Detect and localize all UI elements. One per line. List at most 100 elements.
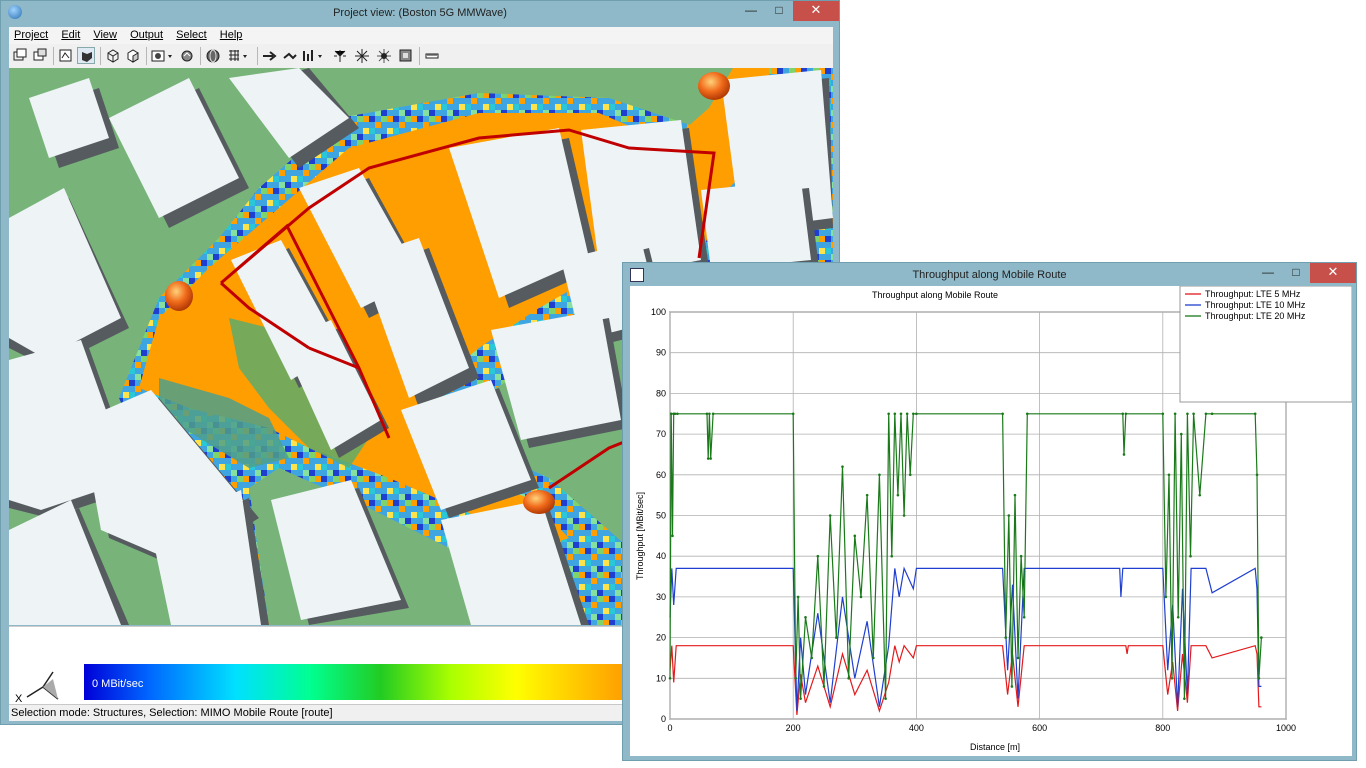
y-tick-label: 40: [656, 551, 666, 561]
box-outline-icon[interactable]: [104, 47, 122, 64]
series-point: [1210, 412, 1214, 416]
series-point: [668, 677, 672, 680]
menu-view[interactable]: View: [88, 27, 122, 41]
y-tick-label: 60: [656, 470, 666, 480]
series-point: [859, 595, 863, 599]
series-point: [1173, 412, 1177, 416]
series-point: [828, 514, 832, 517]
y-axis-label: Throughput [MBit/sec]: [635, 492, 645, 580]
menu-output[interactable]: Output: [125, 27, 168, 41]
series-point: [1013, 493, 1017, 497]
legend-label: Throughput: LTE 20 MHz: [1205, 311, 1306, 321]
series-point: [1170, 677, 1174, 680]
camera-icon[interactable]: [150, 47, 176, 64]
series-point: [902, 514, 906, 517]
series-point: [1004, 636, 1008, 639]
series-point: [810, 656, 813, 660]
box-solid-icon[interactable]: [124, 47, 142, 64]
ruler-icon[interactable]: [423, 47, 441, 64]
arrow-right-icon[interactable]: [261, 47, 279, 64]
view-2d-icon[interactable]: [57, 47, 75, 64]
y-tick-label: 30: [656, 592, 666, 602]
series-point: [890, 554, 894, 558]
series-point: [669, 412, 673, 416]
close-button[interactable]: ✕: [1310, 263, 1356, 283]
chart-window-controls: — □ ✕: [1254, 263, 1356, 283]
series-point: [1198, 493, 1202, 497]
chart-legend: Throughput: LTE 5 MHzThroughput: LTE 10 …: [1179, 285, 1353, 403]
coverage-icon[interactable]: [375, 47, 393, 64]
series-point: [1167, 473, 1171, 477]
throughput-chart: Throughput along Mobile Route Distance […: [635, 285, 1353, 752]
series-point: [1260, 636, 1263, 639]
signal-rays-icon[interactable]: [331, 47, 349, 64]
open-project-icon[interactable]: [31, 47, 49, 64]
window-title: Project view: (Boston 5G MMWave): [333, 7, 507, 19]
rotate-icon[interactable]: [178, 47, 196, 64]
series-point: [671, 534, 674, 538]
antenna-icon[interactable]: [301, 47, 327, 64]
series-point: [1022, 615, 1026, 619]
maximize-button[interactable]: □: [1282, 263, 1310, 283]
series-point: [1183, 697, 1186, 700]
transmitter-site[interactable]: [165, 281, 193, 311]
layers-icon[interactable]: [397, 47, 415, 64]
throughput-color-scale: [84, 664, 624, 700]
y-tick-label: 50: [656, 511, 666, 521]
route-icon[interactable]: [281, 47, 299, 64]
y-tick-label: 20: [656, 633, 666, 643]
series-point: [816, 554, 820, 558]
view-3d-icon[interactable]: [77, 47, 95, 64]
series-point: [899, 412, 903, 416]
project-view-titlebar[interactable]: Project view: (Boston 5G MMWave): [1, 1, 839, 27]
series-point: [822, 685, 826, 688]
menu-edit[interactable]: Edit: [56, 27, 85, 41]
toolbar-separator: [257, 47, 258, 65]
menu-select[interactable]: Select: [171, 27, 212, 41]
throughput-chart-window: Throughput along Mobile Route — □ ✕ Thro…: [622, 262, 1357, 761]
series-point: [1204, 412, 1208, 416]
series-point: [915, 412, 918, 416]
series-point: [847, 677, 850, 680]
transmitter-site[interactable]: [698, 72, 730, 100]
minimize-button[interactable]: —: [737, 1, 765, 21]
transmitter-site[interactable]: [523, 490, 555, 514]
series-point: [912, 412, 915, 416]
series-point: [884, 697, 887, 700]
series-point: [1176, 615, 1180, 619]
chart-window-title: Throughput along Mobile Route: [912, 269, 1067, 281]
minimize-button[interactable]: —: [1254, 263, 1282, 283]
series-point: [1019, 554, 1023, 558]
series-point: [878, 473, 881, 477]
menu-help[interactable]: Help: [215, 27, 248, 41]
legend-label: Throughput: LTE 5 MHz: [1205, 289, 1301, 299]
series-point: [1186, 412, 1189, 416]
toolbar-separator: [100, 47, 101, 65]
x-tick-label: 600: [1032, 723, 1047, 733]
series-point: [835, 636, 838, 639]
series-point: [905, 412, 909, 416]
app-globe-icon: [8, 5, 22, 19]
y-tick-label: 100: [651, 307, 666, 317]
globe-icon[interactable]: [204, 47, 222, 64]
series-point: [1179, 432, 1183, 436]
y-tick-label: 90: [656, 348, 666, 358]
series-point: [796, 595, 800, 599]
series-point: [1007, 514, 1011, 517]
grid-icon[interactable]: [226, 47, 252, 64]
series-point: [804, 615, 807, 619]
x-tick-label: 1000: [1276, 723, 1296, 733]
series-point: [1161, 412, 1165, 416]
series-point: [1164, 595, 1168, 599]
chart-body: Throughput along Mobile Route Distance […: [630, 285, 1353, 756]
series-point: [1016, 656, 1020, 660]
close-button[interactable]: ✕: [793, 1, 839, 21]
series-point: [1010, 685, 1014, 688]
new-project-icon[interactable]: [11, 47, 29, 64]
maximize-button[interactable]: □: [765, 1, 793, 21]
menu-project[interactable]: Project: [9, 27, 53, 41]
series-point: [896, 493, 900, 497]
toolbar-separator: [53, 47, 54, 65]
star-burst-icon[interactable]: [353, 47, 371, 64]
series-point: [893, 412, 897, 416]
